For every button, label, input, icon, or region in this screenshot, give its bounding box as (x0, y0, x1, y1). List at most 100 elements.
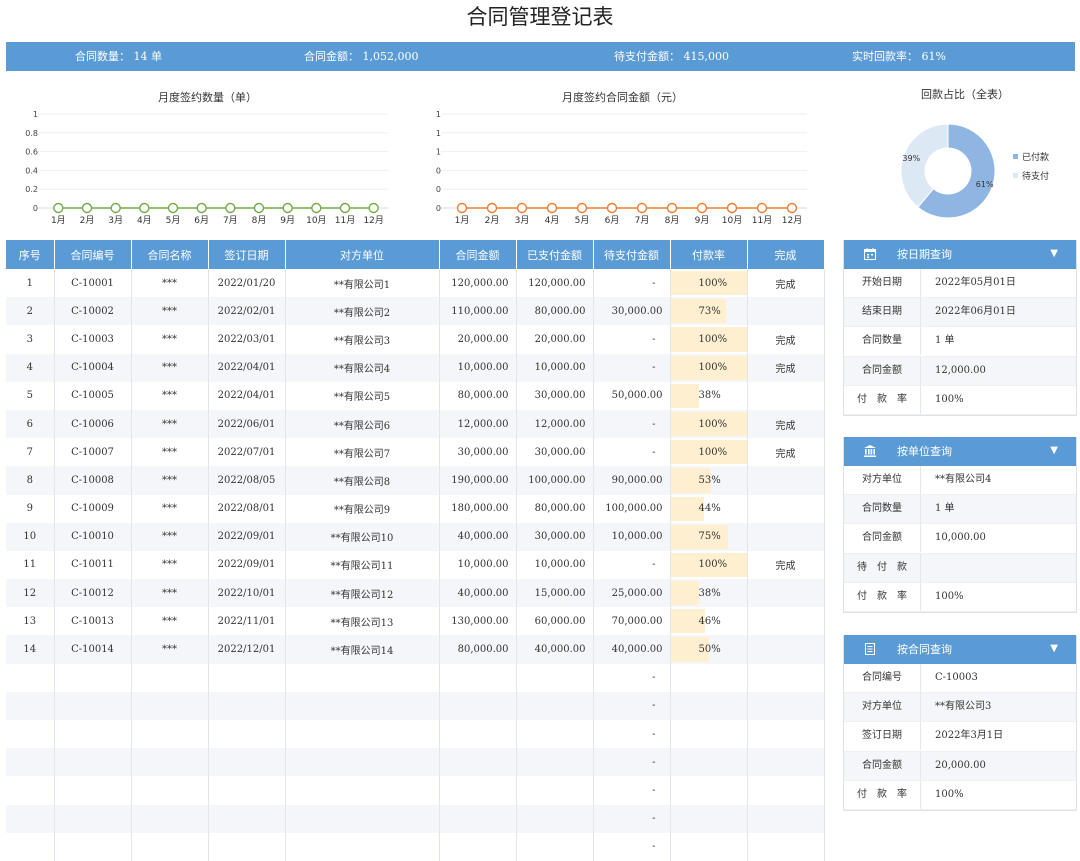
data-point[interactable] (576, 202, 588, 214)
table-row[interactable]: 13 C-10013 *** 2022/11/01 **有限公司13 130,000.00… (6, 607, 825, 636)
table-row[interactable]: 5 C-10005 *** 2022/04/01 **有限公司5 80,000.00 30,… (6, 381, 825, 410)
cell-pending: - (593, 353, 671, 382)
data-point[interactable] (486, 202, 498, 214)
cell-date: 2022/04/01 (208, 353, 286, 382)
column-header[interactable]: 完成 (747, 240, 825, 269)
data-point[interactable] (339, 202, 351, 214)
contract-query-header[interactable]: 按合同查询 ▼ (844, 635, 1076, 664)
cell-name: *** (131, 325, 209, 354)
panel-row-value[interactable]: 100% (935, 781, 964, 809)
cell-amount: 130,000.00 (439, 607, 517, 636)
empty-table-row: - (6, 804, 825, 833)
panel-row-value[interactable]: C-10003 (935, 664, 978, 692)
panel-row-value[interactable]: 20,000.00 (935, 752, 986, 780)
dropdown-arrow-icon[interactable]: ▼ (1050, 240, 1058, 267)
cell-party: **有限公司1 (285, 269, 440, 298)
cell-pending: 30,000.00 (593, 297, 671, 326)
data-point[interactable] (606, 202, 618, 214)
table-row[interactable]: 10 C-10010 *** 2022/09/01 **有限公司10 40,000.00 3… (6, 522, 825, 551)
panel-row-value[interactable]: 1 单 (935, 495, 955, 523)
legend-label[interactable]: 待支付 (1022, 170, 1049, 182)
cell-amount: 40,000.00 (439, 579, 517, 608)
panel-row-label: 合同数量 (844, 327, 921, 356)
data-point[interactable] (368, 202, 379, 214)
data-point[interactable] (636, 202, 648, 214)
panel-row-value[interactable]: **有限公司4 (935, 466, 991, 494)
data-point[interactable] (53, 202, 64, 214)
column-header[interactable]: 合同金额 (439, 240, 517, 269)
column-header[interactable]: 已支付金额 (516, 240, 594, 269)
data-point[interactable] (253, 202, 265, 214)
data-point[interactable] (546, 202, 558, 214)
cell-amount: 20,000.00 (439, 325, 517, 354)
panel-row-value[interactable]: 2022年05月01日 (935, 269, 1016, 297)
contract-query-panel: 按合同查询 ▼ 合同编号 C-10003 对方单位 **有限公司3 签订日期 2022年3… (843, 635, 1077, 811)
table-row[interactable]: 4 C-10004 *** 2022/04/01 **有限公司4 10,000.00 10,… (6, 353, 825, 382)
data-point[interactable] (456, 202, 468, 214)
panel-row-value[interactable]: 2022年06月01日 (935, 298, 1016, 326)
unit-query-header[interactable]: 按单位查询 ▼ (844, 437, 1076, 466)
table-row[interactable]: 7 C-10007 *** 2022/07/01 **有限公司7 30,000.00 30,… (6, 438, 825, 467)
cell-no: 13 (6, 607, 55, 636)
cell-name: *** (131, 494, 209, 523)
x-tick-label: 5月 (575, 215, 590, 226)
empty-table-row: - (6, 748, 825, 777)
panel-row: 合同金额 10,000.00 (844, 524, 1076, 554)
data-point[interactable] (311, 202, 322, 214)
table-row[interactable]: 11 C-10011 *** 2022/09/01 **有限公司11 10,000.00 1… (6, 550, 825, 580)
table-row[interactable]: 1 C-10001 *** 2022/01/20 **有限公司1 120,000.00 12… (6, 269, 825, 298)
column-header[interactable]: 合同名称 (131, 240, 209, 269)
cell-code: C-10006 (54, 409, 132, 439)
date-query-header[interactable]: 按日期查询 ▼ (844, 240, 1076, 269)
y-tick-label: 1 (436, 129, 441, 138)
legend-label[interactable]: 已付款 (1022, 151, 1049, 163)
cell-party (285, 720, 440, 749)
data-point[interactable] (696, 202, 708, 214)
y-tick-label: 0 (436, 185, 441, 194)
column-header[interactable]: 序号 (6, 240, 55, 269)
cell-code (54, 720, 132, 749)
cell-no (6, 691, 55, 720)
data-point[interactable] (225, 202, 236, 214)
summary-contract-count: 合同数量： 14 单 (75, 50, 162, 63)
panel-row-value[interactable]: 10,000.00 (935, 524, 986, 552)
table-row[interactable]: 3 C-10003 *** 2022/03/01 **有限公司3 20,000.00 20,… (6, 325, 825, 354)
data-point[interactable] (139, 202, 150, 214)
table-row[interactable]: 14 C-10014 *** 2022/12/01 **有限公司14 80,000.00 4… (6, 635, 825, 664)
dropdown-arrow-icon[interactable]: ▼ (1050, 635, 1058, 662)
cell-code: C-10004 (54, 353, 132, 382)
legend-swatch (1013, 154, 1018, 159)
data-point[interactable] (167, 202, 179, 214)
data-point[interactable] (756, 202, 768, 214)
panel-row-value[interactable]: 12,000.00 (935, 357, 986, 385)
cell-no (6, 720, 55, 749)
cell-amount: 120,000.00 (439, 269, 517, 298)
data-point[interactable] (110, 202, 121, 214)
data-point[interactable] (726, 202, 738, 214)
column-header[interactable]: 付款率 (670, 240, 748, 269)
table-row[interactable]: 9 C-10009 *** 2022/08/01 **有限公司9 180,000.00 80… (6, 494, 825, 523)
data-point[interactable] (282, 202, 293, 214)
data-point[interactable] (196, 202, 207, 214)
data-point[interactable] (786, 202, 798, 214)
panel-row-value[interactable]: 100% (935, 583, 964, 611)
data-point[interactable] (516, 202, 528, 214)
panel-row-value[interactable]: 2022年3月1日 (935, 722, 1003, 750)
column-header[interactable]: 待支付金额 (593, 240, 671, 269)
data-point[interactable] (666, 202, 678, 214)
summary-bar: 合同数量： 14 单 合同金额： 1,052,000 待支付金额： 415,00… (6, 42, 1075, 71)
column-header[interactable]: 合同编号 (54, 240, 132, 269)
cell-date: 2022/11/01 (208, 607, 286, 636)
column-header[interactable]: 对方单位 (285, 240, 440, 269)
column-header[interactable]: 签订日期 (208, 240, 286, 269)
table-row[interactable]: 8 C-10008 *** 2022/08/05 **有限公司8 190,000.00 10… (6, 466, 825, 495)
table-row[interactable]: 2 C-10002 *** 2022/02/01 **有限公司2 110,000.00 80… (6, 297, 825, 326)
table-row[interactable]: 12 C-10012 *** 2022/10/01 **有限公司12 40,000.00 1… (6, 579, 825, 608)
data-point[interactable] (81, 202, 93, 214)
panel-row-value[interactable]: 1 单 (935, 327, 955, 355)
dropdown-arrow-icon[interactable]: ▼ (1050, 437, 1058, 464)
panel-row-value[interactable]: 100% (935, 386, 964, 414)
panel-row-value[interactable]: **有限公司3 (935, 693, 991, 721)
cell-rate: 100% (670, 325, 748, 354)
table-row[interactable]: 6 C-10006 *** 2022/06/01 **有限公司6 12,000.00 12,… (6, 409, 825, 439)
